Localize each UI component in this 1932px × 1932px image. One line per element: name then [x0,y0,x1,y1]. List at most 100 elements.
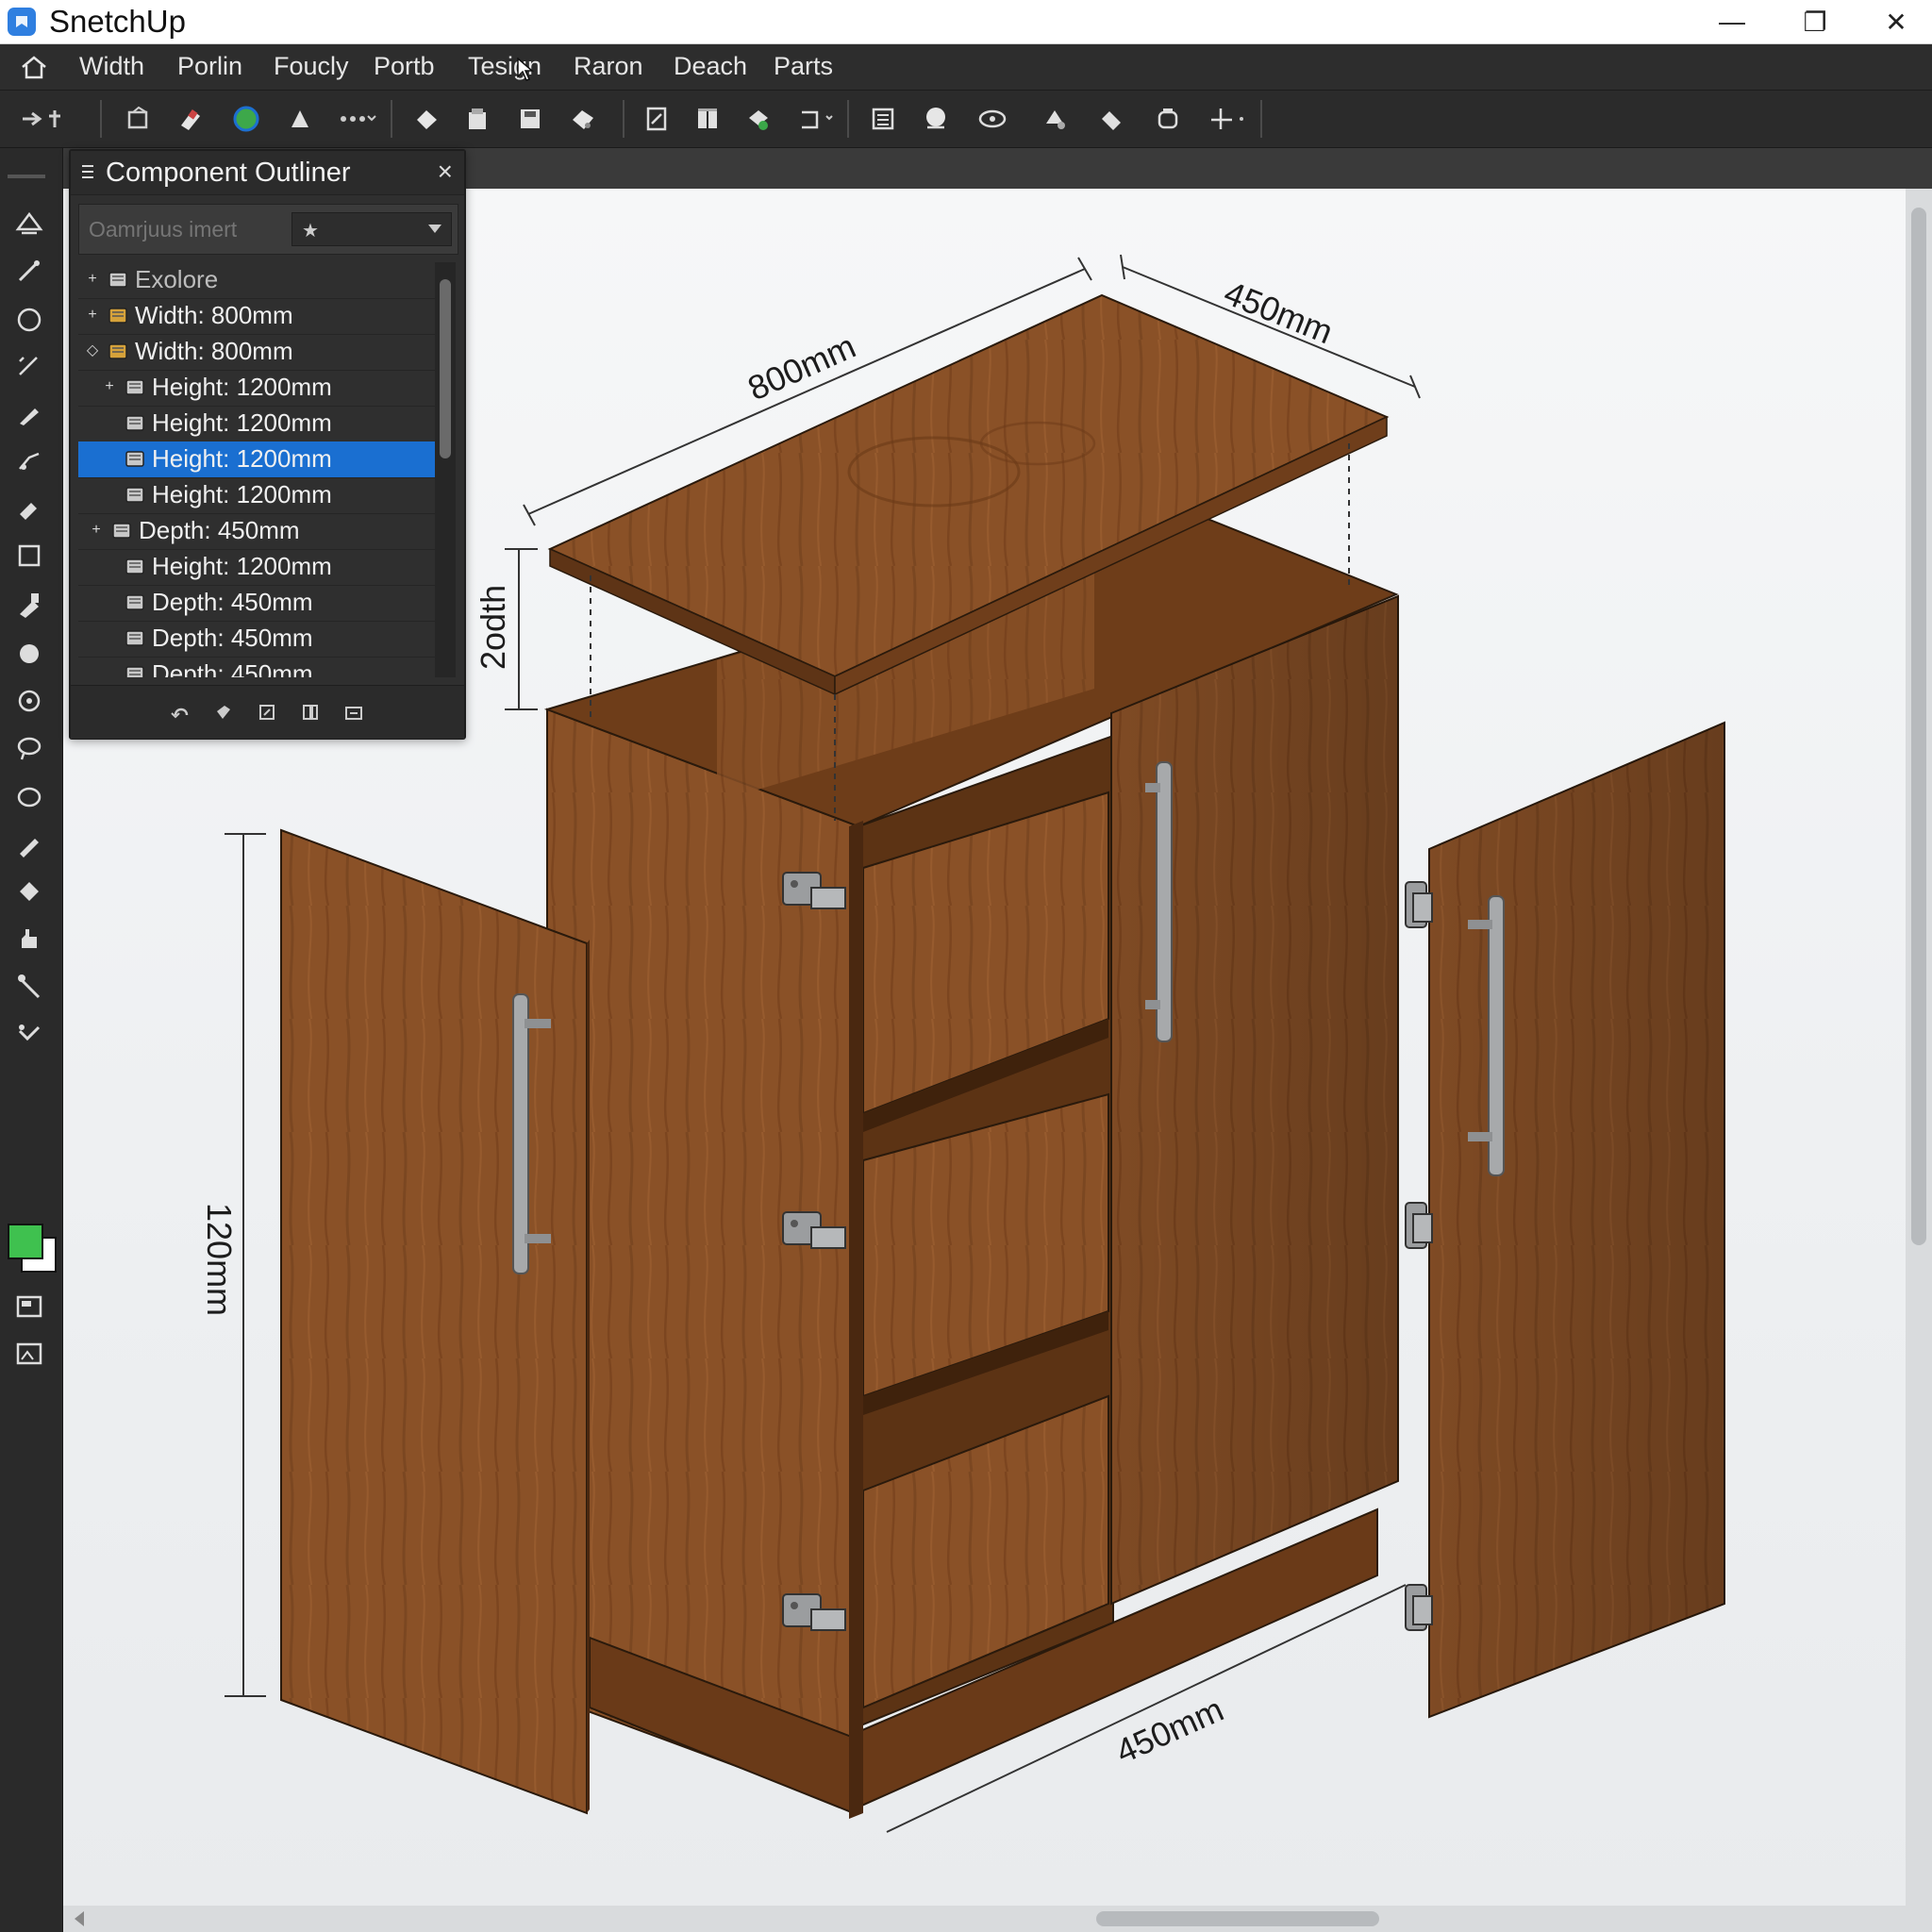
undo-icon[interactable] [169,701,192,724]
material-icon[interactable] [741,102,775,136]
brush-tool-icon[interactable] [12,827,46,861]
scroll-left-arrow-icon[interactable] [75,1911,84,1926]
globe-icon[interactable] [229,102,263,136]
push-pull-icon[interactable] [409,102,443,136]
vertical-scroll-thumb[interactable] [1911,208,1926,1245]
pencil-tool-icon[interactable] [12,397,46,431]
sphere-tool-icon[interactable] [12,637,46,671]
tree-row-label: Height: 1200mm [152,552,332,580]
menu-foucly[interactable]: Foucly [274,50,349,82]
scenes-icon[interactable] [866,102,900,136]
app-logo-icon [8,8,36,36]
more-icon[interactable] [336,102,377,136]
tree-row-label: Height: 1200mm [152,408,332,437]
tree-expand-icon[interactable]: ◇ [84,341,101,359]
vertical-scrollbar[interactable] [1906,189,1932,1906]
outliner-tree-row[interactable]: Depth: 450mm [78,657,435,677]
gallery-tool-icon[interactable] [12,1337,46,1371]
outliner-tree-row[interactable]: Depth: 450mm [78,621,435,658]
outliner-tree-row[interactable]: + Depth: 450mm [78,513,435,550]
orbit-icon[interactable] [919,102,953,136]
outliner-tree-row[interactable]: + Width: 800mm [78,298,435,335]
component-node-icon [124,375,146,398]
menu-deach[interactable]: Deach [674,50,747,82]
dimension-label-top-width: 800mm [742,326,861,408]
menu-raron[interactable]: Raron [574,50,643,82]
outliner-close-button[interactable]: × [438,157,453,187]
hand-tool-icon[interactable] [12,922,46,956]
tree-expand-icon[interactable]: + [84,269,101,288]
bucket-tool-icon[interactable] [12,874,46,908]
menu-bar: Width Porlin Foucly Portb Tesign Raron D… [0,44,1932,91]
eraser-tool-icon[interactable] [12,491,46,525]
box-icon[interactable] [460,102,494,136]
outliner-tree-row[interactable]: + Exolore [78,262,435,299]
outliner-scrollbar[interactable] [435,262,456,677]
outliner-filter-input[interactable] [87,212,277,246]
lasso-tool-icon[interactable] [12,731,46,765]
eraser-icon[interactable] [174,102,208,136]
select-tool-icon[interactable] [12,207,46,241]
circle-tool-icon[interactable] [12,303,46,337]
tree-row-label: Depth: 450mm [139,516,300,544]
outliner-filter-select[interactable]: ★ [291,212,452,246]
outliner-scroll-thumb[interactable] [440,279,451,458]
tree-expand-icon[interactable]: + [88,520,105,539]
move-tool-icon[interactable] [12,1016,46,1050]
rotate-icon[interactable] [794,102,836,136]
maximize-button[interactable]: ❐ [1777,0,1853,43]
right-door-panel[interactable] [1428,721,1725,1719]
layers-icon[interactable] [691,102,724,136]
orbit-tool-icon[interactable] [12,780,46,814]
camera-icon[interactable] [975,102,1017,136]
minimize-button[interactable]: — [1694,0,1770,43]
outliner-footer [71,685,464,739]
line-tool-icon[interactable] [12,254,46,288]
menu-portb[interactable]: Portb [374,50,435,82]
outliner-tree-row[interactable]: Height: 1200mm [78,477,435,514]
horizontal-scroll-thumb[interactable] [1096,1911,1379,1926]
home-icon[interactable] [19,54,49,80]
menu-porlin[interactable]: Porlin [177,50,242,82]
outliner-tree-row[interactable]: Height: 1200mm [78,441,435,478]
tag-icon[interactable] [566,102,600,136]
section-icon[interactable] [640,102,674,136]
window-tool-icon[interactable] [12,1290,46,1324]
save-icon[interactable] [513,102,547,136]
horizontal-scrollbar[interactable] [63,1906,1932,1932]
cabinet-center-door[interactable] [1110,594,1399,1606]
paint-icon[interactable] [283,102,317,136]
panel-grip-icon[interactable] [80,162,95,181]
axes-icon[interactable] [1206,102,1247,136]
left-door-panel[interactable] [280,828,590,1815]
chevron-down-icon [428,225,441,233]
tree-expand-icon[interactable]: + [84,305,101,324]
outliner-tree-row[interactable]: Height: 1200mm [78,406,435,442]
walk-icon[interactable] [1151,102,1185,136]
select-icon[interactable] [17,102,72,136]
dimension-label-door-height: 120mm [200,1203,239,1316]
rectangle-tool-icon[interactable] [12,539,46,573]
outliner-tree-row[interactable]: + Height: 1200mm [78,370,435,407]
tag-small-icon[interactable] [212,701,235,724]
close-window-button[interactable]: ✕ [1858,0,1932,43]
measure-tool-icon[interactable] [12,969,46,1003]
component-icon[interactable] [121,102,155,136]
paint-tool-icon[interactable] [12,588,46,622]
freehand-tool-icon[interactable] [12,444,46,478]
collapse-icon[interactable] [342,701,365,724]
zoom-icon[interactable] [1094,102,1128,136]
rotate-tool-icon[interactable] [12,684,46,718]
arc-tool-icon[interactable] [12,350,46,384]
pan-icon[interactable] [1038,102,1072,136]
component-node-icon [124,447,146,470]
outliner-tree-row[interactable]: ◇ Width: 800mm [78,334,435,371]
primary-color-swatch[interactable] [8,1224,43,1259]
menu-parts[interactable]: Parts [774,50,833,82]
outliner-tree-row[interactable]: Depth: 450mm [78,585,435,622]
tree-expand-icon[interactable]: + [101,376,118,395]
outliner-tree-row[interactable]: Height: 1200mm [78,549,435,586]
split-icon[interactable] [299,701,322,724]
edit-icon[interactable] [256,701,278,724]
menu-width[interactable]: Width [79,50,144,82]
